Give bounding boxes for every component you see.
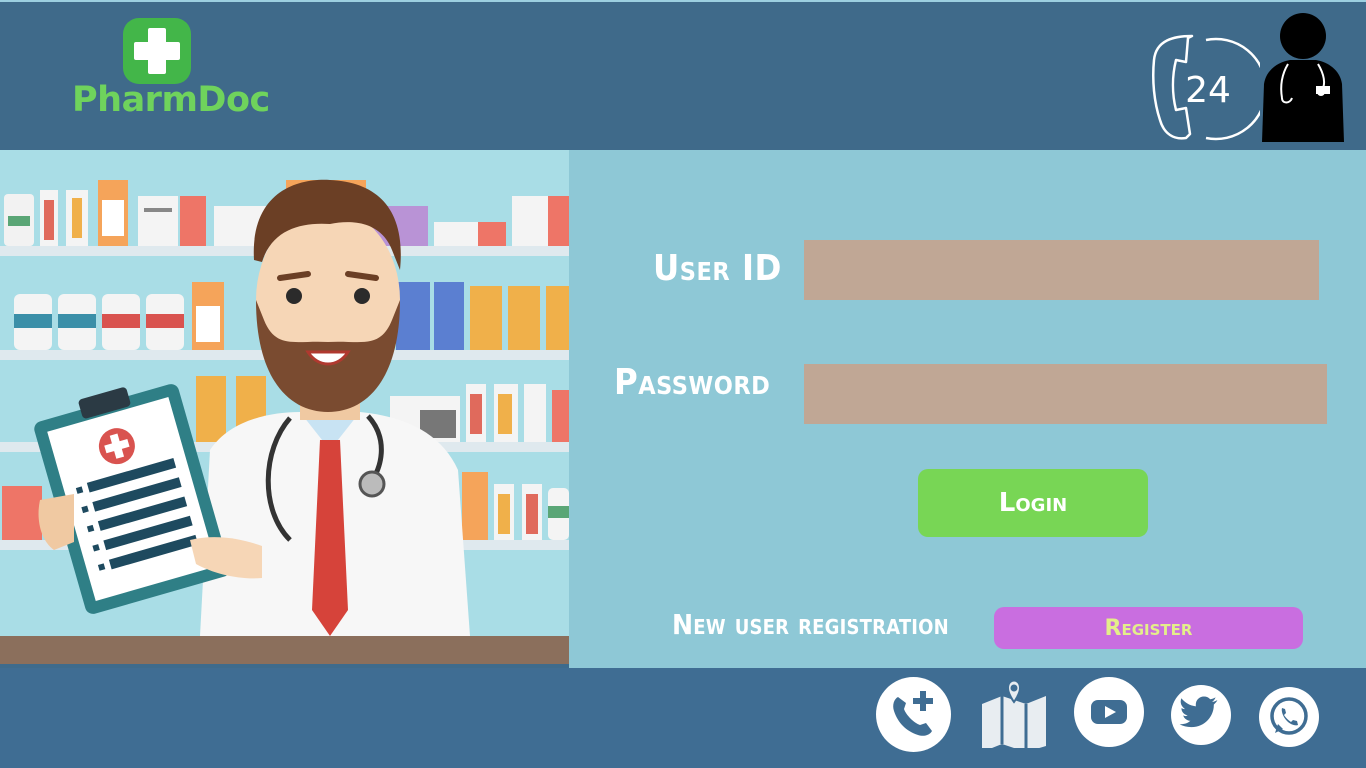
- doctor-avatar-icon[interactable]: [1260, 12, 1346, 142]
- password-input[interactable]: [804, 364, 1327, 424]
- new-user-label: New user registration: [672, 608, 949, 641]
- pharmacist-icon: [0, 150, 569, 664]
- map-location-icon[interactable]: [980, 674, 1048, 748]
- brand-name: PharmDoc: [72, 80, 270, 120]
- footer-bar: [0, 668, 1366, 768]
- whatsapp-icon[interactable]: [1259, 687, 1319, 747]
- medical-cross-icon: [123, 18, 191, 84]
- support-badge: 24: [1185, 70, 1231, 111]
- user-id-input[interactable]: [804, 240, 1319, 300]
- register-button[interactable]: Register: [994, 607, 1303, 649]
- brand-logo[interactable]: PharmDoc: [72, 18, 272, 128]
- password-label: Password: [614, 362, 771, 403]
- phone-medical-icon[interactable]: [876, 677, 951, 752]
- user-id-label: User ID: [653, 248, 782, 289]
- login-panel: User ID Password Login New user registra…: [569, 150, 1366, 668]
- login-button[interactable]: Login: [918, 469, 1148, 537]
- phone-24-icon[interactable]: 24: [1146, 30, 1260, 144]
- pharmacist-illustration: [0, 150, 569, 664]
- youtube-icon[interactable]: [1074, 677, 1144, 747]
- twitter-icon[interactable]: [1171, 685, 1231, 745]
- header-bar: PharmDoc 24: [0, 0, 1366, 150]
